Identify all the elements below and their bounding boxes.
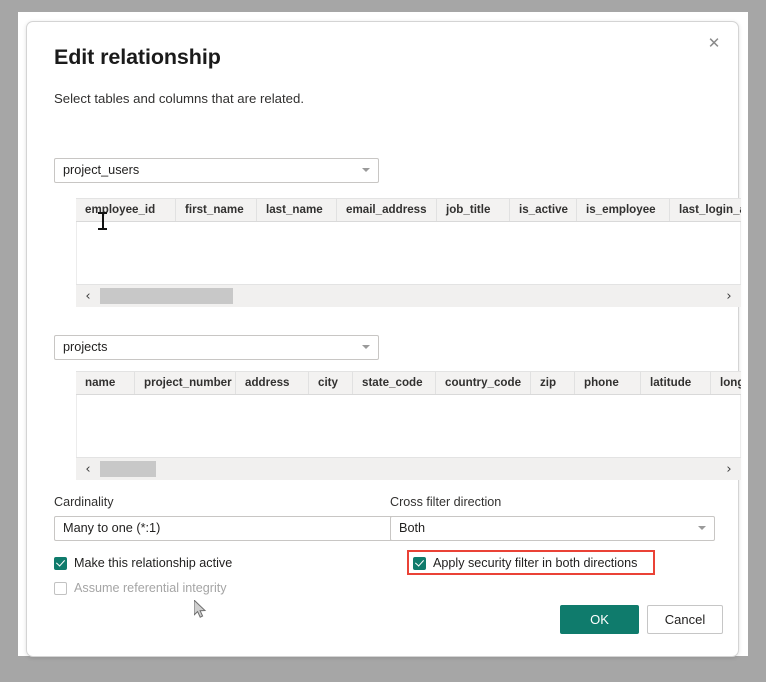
cancel-button[interactable]: Cancel <box>647 605 723 634</box>
table-header-row-bottom: name project_number address city state_code c… <box>76 372 741 395</box>
column-header[interactable]: country_code <box>436 372 531 394</box>
column-header[interactable]: zip <box>531 372 575 394</box>
checkmark-icon <box>413 556 426 570</box>
cross-filter-direction-select[interactable]: Both <box>390 516 715 541</box>
horizontal-scrollbar-top[interactable]: ‹ › <box>76 284 741 307</box>
column-header[interactable]: state_code <box>353 372 436 394</box>
close-icon[interactable]: ✕ <box>698 28 730 58</box>
cardinality-value: Many to one (*:1) <box>63 521 161 535</box>
scroll-left-icon[interactable]: ‹ <box>78 458 98 480</box>
scrollbar-thumb[interactable] <box>100 288 233 304</box>
table-body-top[interactable] <box>76 222 741 284</box>
page-title: Edit relationship <box>54 45 221 69</box>
checkmark-icon <box>54 556 67 570</box>
edit-relationship-dialog: ✕ Edit relationship Select tables and co… <box>26 21 741 657</box>
table-preview-top: employee_id first_name last_name email_addr… <box>76 198 741 307</box>
ok-button[interactable]: OK <box>560 605 639 634</box>
table-preview-bottom: name project_number address city state_code c… <box>76 371 741 480</box>
column-header[interactable]: longitude <box>711 372 741 394</box>
scroll-right-icon[interactable]: › <box>719 285 739 307</box>
chevron-down-icon <box>362 168 370 172</box>
column-header[interactable]: email_address <box>337 199 437 221</box>
scroll-right-icon[interactable]: › <box>719 458 739 480</box>
apply-security-filter-label: Apply security filter in both directions <box>433 556 638 570</box>
chevron-down-icon <box>362 345 370 349</box>
horizontal-scrollbar-bottom[interactable]: ‹ › <box>76 457 741 480</box>
scroll-left-icon[interactable]: ‹ <box>78 285 98 307</box>
make-relationship-active-label: Make this relationship active <box>74 556 233 570</box>
column-header[interactable]: last_login_at <box>670 199 741 221</box>
column-header[interactable]: last_name <box>257 199 337 221</box>
column-header[interactable]: city <box>309 372 353 394</box>
checkbox-empty-icon <box>54 581 67 595</box>
column-header[interactable]: phone <box>575 372 641 394</box>
chevron-down-icon <box>698 526 706 530</box>
column-header[interactable]: project_number <box>135 372 236 394</box>
make-relationship-active-checkbox[interactable]: Make this relationship active <box>54 556 232 570</box>
column-header[interactable]: first_name <box>176 199 257 221</box>
cardinality-select[interactable]: Many to one (*:1) <box>54 516 409 541</box>
table-select-top-value: project_users <box>63 163 140 177</box>
column-header[interactable]: is_employee <box>577 199 670 221</box>
scrollbar-thumb[interactable] <box>100 461 156 477</box>
table-body-bottom[interactable] <box>76 395 741 457</box>
table-select-bottom-value: projects <box>63 340 108 354</box>
cardinality-label: Cardinality <box>54 495 114 509</box>
table-select-bottom[interactable]: projects <box>54 335 379 360</box>
apply-security-filter-checkbox[interactable]: Apply security filter in both directions <box>413 556 637 570</box>
column-header[interactable]: employee_id <box>76 199 176 221</box>
column-header[interactable]: address <box>236 372 309 394</box>
table-select-top[interactable]: project_users <box>54 158 379 183</box>
column-header[interactable]: name <box>76 372 135 394</box>
assume-referential-integrity-label: Assume referential integrity <box>74 581 227 595</box>
cross-filter-direction-value: Both <box>399 521 426 535</box>
assume-referential-integrity-checkbox: Assume referential integrity <box>54 581 227 595</box>
column-header[interactable]: is_active <box>510 199 577 221</box>
column-header[interactable]: latitude <box>641 372 711 394</box>
dialog-subtitle: Select tables and columns that are relat… <box>54 91 304 106</box>
table-header-row-top: employee_id first_name last_name email_addr… <box>76 199 741 222</box>
cross-filter-direction-label: Cross filter direction <box>390 495 502 509</box>
column-header[interactable]: job_title <box>437 199 510 221</box>
